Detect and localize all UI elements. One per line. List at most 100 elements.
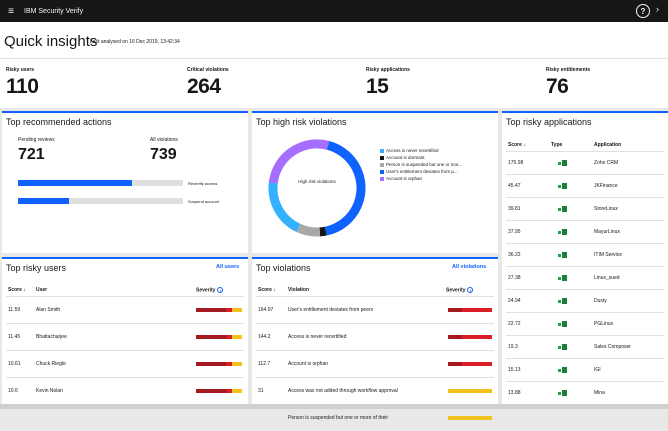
panel-title: Top risky applications bbox=[506, 117, 592, 127]
column-header-violation[interactable]: Violation bbox=[288, 287, 309, 293]
table-row[interactable]: 175.98 Zoho CRM bbox=[502, 152, 668, 174]
table-row[interactable]: 27.38 Linux_sued bbox=[502, 267, 668, 289]
hamburger-menu-icon[interactable]: ≡ bbox=[0, 0, 22, 22]
icon-part bbox=[558, 208, 561, 211]
icon-part bbox=[558, 346, 561, 349]
legend-item[interactable]: Account is dormant bbox=[380, 155, 425, 160]
legend-item[interactable]: Access is never recertified bbox=[380, 148, 439, 153]
table-row[interactable]: 24.94 Dusty bbox=[502, 290, 668, 312]
donut-segment-deviates[interactable] bbox=[262, 133, 372, 243]
user-name-cell: Chuck Riegle bbox=[36, 361, 66, 367]
column-header-user[interactable]: User bbox=[36, 287, 47, 293]
table-row[interactable]: 13.88 Mina bbox=[502, 382, 668, 404]
legend-item[interactable]: Person is suspended but one or mor... bbox=[380, 162, 462, 167]
legend-label: Account is orphan bbox=[386, 176, 423, 181]
column-header-score[interactable]: Score ↓ bbox=[508, 142, 526, 148]
help-icon[interactable]: ? bbox=[636, 4, 650, 18]
kpi-value: 76 bbox=[546, 75, 569, 98]
top-violations-panel: Top violations All violations Score ↓ Vi… bbox=[252, 257, 498, 421]
legend-item[interactable]: User's entitlement deviates from p... bbox=[380, 169, 458, 174]
severity-bar bbox=[196, 335, 242, 339]
info-icon[interactable]: i bbox=[217, 287, 224, 293]
table-row[interactable]: 112.7 Account is orphan bbox=[252, 351, 498, 377]
donut-segment-never-recertified[interactable] bbox=[262, 133, 372, 243]
user-menu-icon[interactable]: › bbox=[656, 4, 659, 14]
application-name-cell: IGI bbox=[594, 367, 601, 373]
violation-name-cell: User's entitlement deviates from peers bbox=[288, 307, 374, 313]
risky-users-panel: Top risky users All users Score ↓ User S… bbox=[2, 257, 248, 404]
panel-title: Top high risk violations bbox=[256, 117, 347, 127]
suspend-account-label: Suspend account bbox=[188, 199, 219, 204]
table-row[interactable]: 11.45 Bhattacharjee bbox=[2, 324, 248, 350]
severity-segment bbox=[196, 335, 226, 339]
table-row[interactable]: 31 Access was not added through workflow … bbox=[252, 378, 498, 404]
donut-segment-dormant[interactable] bbox=[262, 133, 372, 243]
score-cell: 15.13 bbox=[508, 367, 521, 373]
kpi-risky-users[interactable]: Risky users 110 bbox=[6, 67, 39, 99]
all-users-link[interactable]: All users bbox=[216, 264, 239, 270]
kpi-critical-violations[interactable]: Critical violations 264 bbox=[187, 67, 229, 99]
kpi-risky-applications[interactable]: Risky applications 15 bbox=[366, 67, 410, 99]
icon-part bbox=[562, 390, 567, 396]
icon-part bbox=[558, 231, 561, 234]
recommended-actions-panel: Top recommended actions Pending reviews … bbox=[2, 111, 248, 253]
legend-item[interactable]: Account is orphan bbox=[380, 176, 422, 181]
column-header-severity[interactable]: Severity i bbox=[446, 287, 474, 293]
icon-part bbox=[558, 300, 561, 303]
column-header-score[interactable]: Score ↓ bbox=[258, 287, 276, 293]
table-row[interactable]: 15.13 IGI bbox=[502, 359, 668, 381]
icon-part bbox=[562, 160, 567, 166]
column-header-label: Score bbox=[508, 142, 522, 148]
severity-bar bbox=[448, 308, 492, 312]
all-violations-link[interactable]: All violations bbox=[452, 264, 486, 270]
icon-part bbox=[562, 298, 567, 304]
violations-donut-chart[interactable] bbox=[262, 133, 372, 243]
table-row[interactable]: 39.81 StoreLinux bbox=[502, 198, 668, 220]
table-row[interactable]: 10.61 Chuck Riegle bbox=[2, 351, 248, 377]
severity-segment bbox=[196, 308, 226, 312]
severity-segment bbox=[448, 389, 492, 393]
legend-swatch bbox=[380, 148, 384, 153]
severity-bar bbox=[448, 335, 492, 339]
icon-part bbox=[562, 367, 567, 373]
table-row[interactable]: 11.59 Alan Smith bbox=[2, 297, 248, 323]
donut-segment-orphan[interactable] bbox=[262, 133, 372, 243]
recertify-access-bar[interactable] bbox=[18, 180, 183, 186]
icon-part bbox=[562, 229, 567, 235]
column-header-score[interactable]: Score ↓ bbox=[8, 287, 26, 293]
severity-segment bbox=[448, 362, 462, 366]
horizontal-scrollbar[interactable] bbox=[0, 404, 668, 409]
score-cell: 19.3 bbox=[508, 344, 518, 350]
donut-segment-suspended[interactable] bbox=[262, 133, 372, 243]
pending-reviews-value[interactable]: 721 bbox=[18, 146, 45, 164]
column-header-type[interactable]: Type bbox=[551, 142, 562, 148]
table-row[interactable]: 22.72 PGLinux bbox=[502, 313, 668, 335]
column-header-severity[interactable]: Severity i bbox=[196, 287, 224, 293]
table-row[interactable]: 19.3 Sales Composer bbox=[502, 336, 668, 358]
top-navigation-bar: ≡ IBM Security Verify ? › bbox=[0, 0, 668, 22]
application-type-icon bbox=[558, 321, 568, 327]
column-header-label: Score bbox=[258, 287, 272, 293]
pending-reviews-label: Pending reviews bbox=[18, 137, 55, 143]
score-cell: 175.98 bbox=[508, 160, 524, 166]
table-row[interactable]: 37.95 MayurLinux bbox=[502, 221, 668, 243]
violation-name-cell: Account is orphan bbox=[288, 361, 329, 367]
icon-part bbox=[562, 321, 567, 327]
score-cell: 11.59 bbox=[8, 307, 21, 313]
application-name-cell: MayurLinux bbox=[594, 229, 620, 235]
kpi-risky-entitlements[interactable]: Risky entitlements 76 bbox=[546, 67, 590, 99]
all-violations-value[interactable]: 739 bbox=[150, 146, 177, 164]
table-row[interactable]: 144.2 Access is never recertified bbox=[252, 324, 498, 350]
column-header-application[interactable]: Application bbox=[594, 142, 621, 148]
violation-name-cell: Access was not added through workflow ap… bbox=[288, 388, 398, 394]
icon-part bbox=[558, 392, 561, 395]
user-name-cell: Kevin Nolan bbox=[36, 388, 63, 394]
score-cell: 31 bbox=[258, 388, 264, 394]
table-row[interactable]: 36.22 ITIM Service bbox=[502, 244, 668, 266]
table-row[interactable]: 10.6 Kevin Nolan bbox=[2, 378, 248, 404]
info-icon[interactable]: i bbox=[467, 287, 474, 293]
table-row[interactable]: 164.97 User's entitlement deviates from p… bbox=[252, 297, 498, 323]
suspend-account-bar[interactable] bbox=[18, 198, 183, 204]
severity-segment bbox=[232, 362, 242, 366]
table-row[interactable]: 45.47 JKFinance bbox=[502, 175, 668, 197]
